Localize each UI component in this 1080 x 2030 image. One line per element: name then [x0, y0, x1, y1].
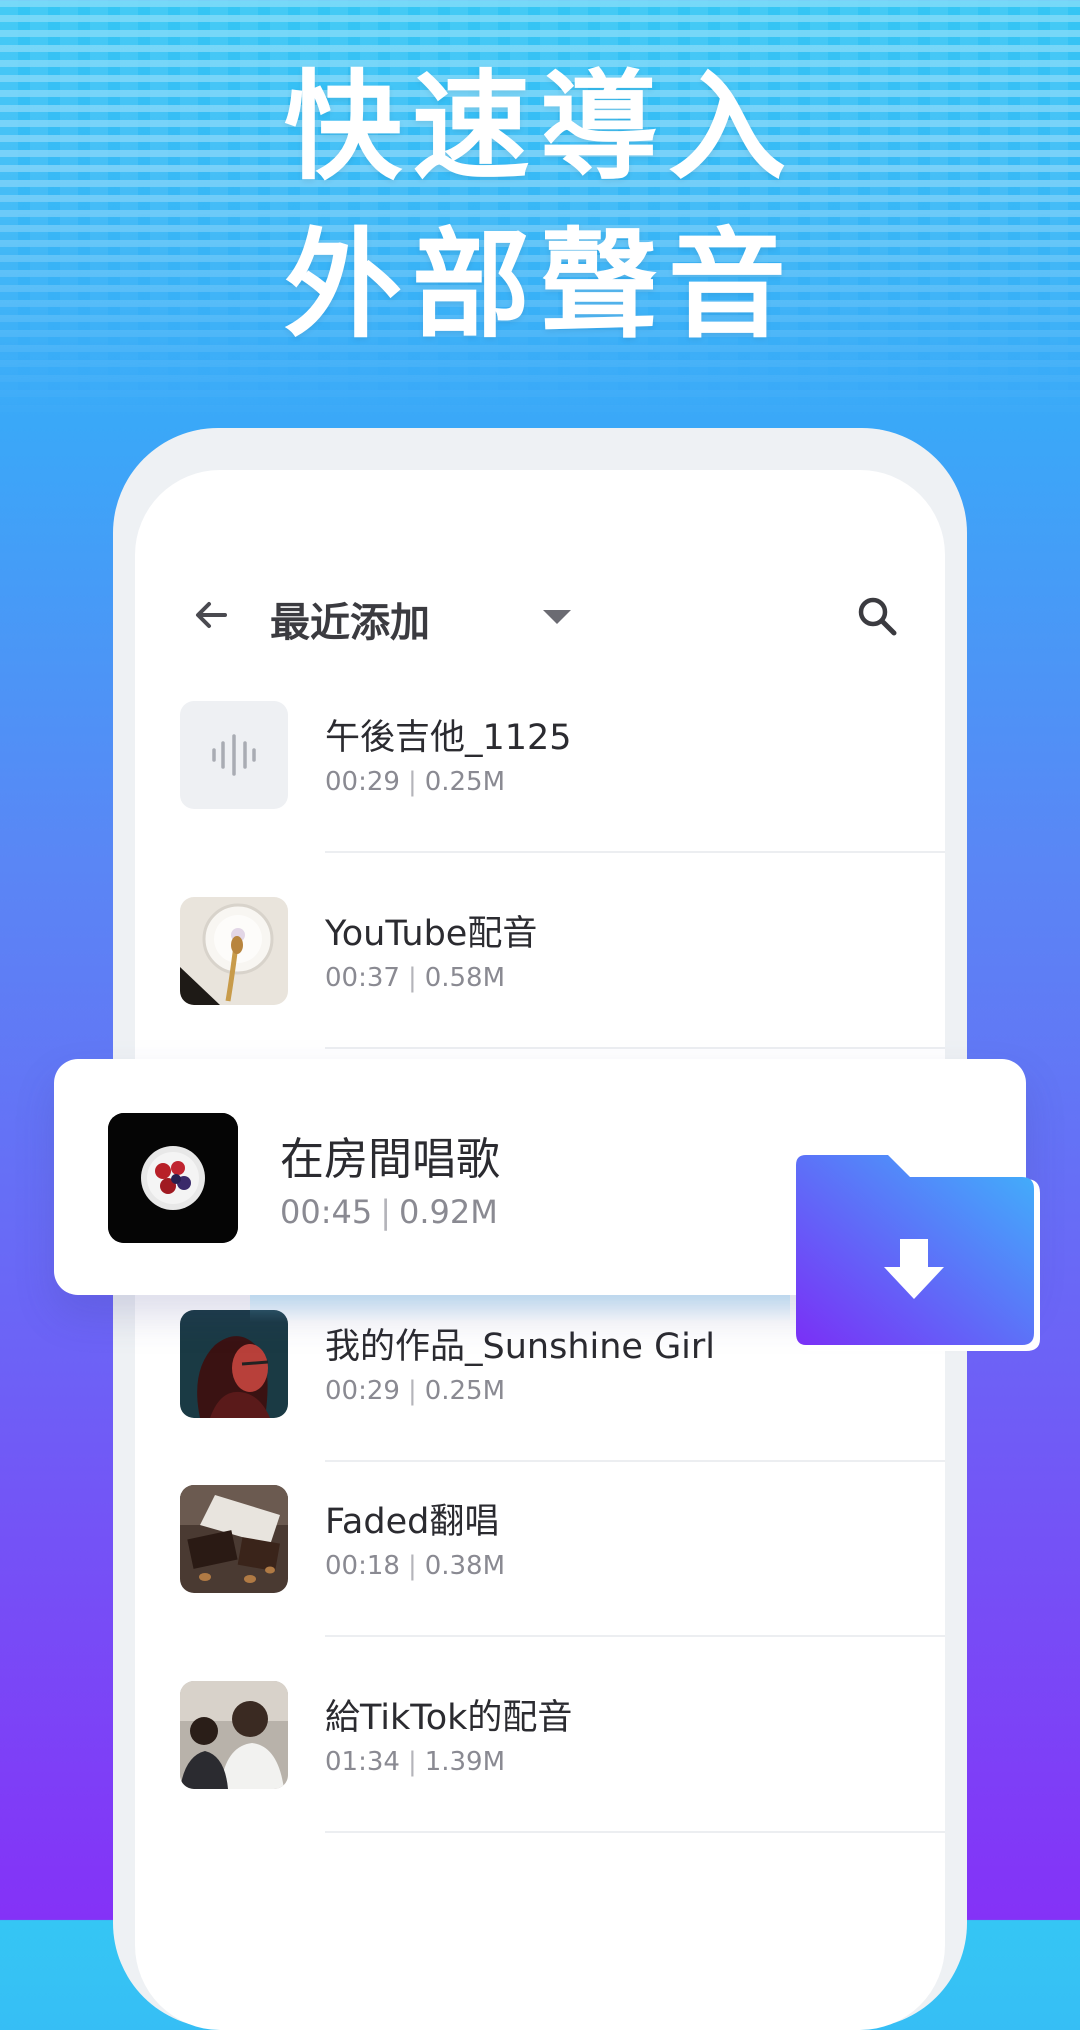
- berries-bowl-photo: [108, 1113, 238, 1243]
- item-title: YouTube配音: [325, 914, 538, 954]
- item-title: Faded翻唱: [325, 1502, 500, 1542]
- waveform-icon: [180, 701, 288, 809]
- item-meta: 00:29 | 0.25M: [325, 767, 506, 797]
- headline-line-1: 快速導入: [283, 58, 796, 196]
- item-meta: 00:18 | 0.38M: [325, 1551, 506, 1581]
- card-meta: 00:45 | 0.92M: [280, 1193, 498, 1231]
- list-item[interactable]: Faded翻唱 00:18 | 0.38M: [135, 1485, 945, 1681]
- caret-down-icon[interactable]: [543, 610, 571, 624]
- arrow-left-icon[interactable]: [191, 595, 231, 635]
- portrait-photo: [180, 1310, 288, 1418]
- item-meta: 00:37 | 0.58M: [325, 963, 506, 993]
- coffee-cup-photo: [180, 897, 288, 1005]
- item-title: 我的作品_Sunshine Girl: [325, 1327, 716, 1367]
- list-item[interactable]: 午後吉他_1125 00:29 | 0.25M: [135, 701, 945, 897]
- item-title: 給TikTok的配音: [325, 1698, 573, 1738]
- folder-download-icon[interactable]: [794, 1155, 1044, 1355]
- divider: [325, 1460, 945, 1462]
- divider: [325, 1635, 945, 1637]
- list-item[interactable]: 給TikTok的配音 01:34 | 1.39M: [135, 1681, 945, 1877]
- search-icon[interactable]: [855, 594, 899, 638]
- divider: [325, 1831, 945, 1833]
- divider: [325, 1047, 945, 1049]
- item-meta: 00:29 | 0.25M: [325, 1376, 506, 1406]
- item-title: 午後吉他_1125: [325, 718, 572, 758]
- card-title: 在房間唱歌: [280, 1134, 500, 1185]
- divider: [325, 851, 945, 853]
- item-meta: 01:34 | 1.39M: [325, 1747, 506, 1777]
- page-title[interactable]: 最近添加: [270, 590, 430, 648]
- brownie-photo: [180, 1485, 288, 1593]
- people-photo: [180, 1681, 288, 1789]
- headline-line-2: 外部聲音: [283, 216, 796, 354]
- top-bar: 最近添加: [135, 470, 945, 650]
